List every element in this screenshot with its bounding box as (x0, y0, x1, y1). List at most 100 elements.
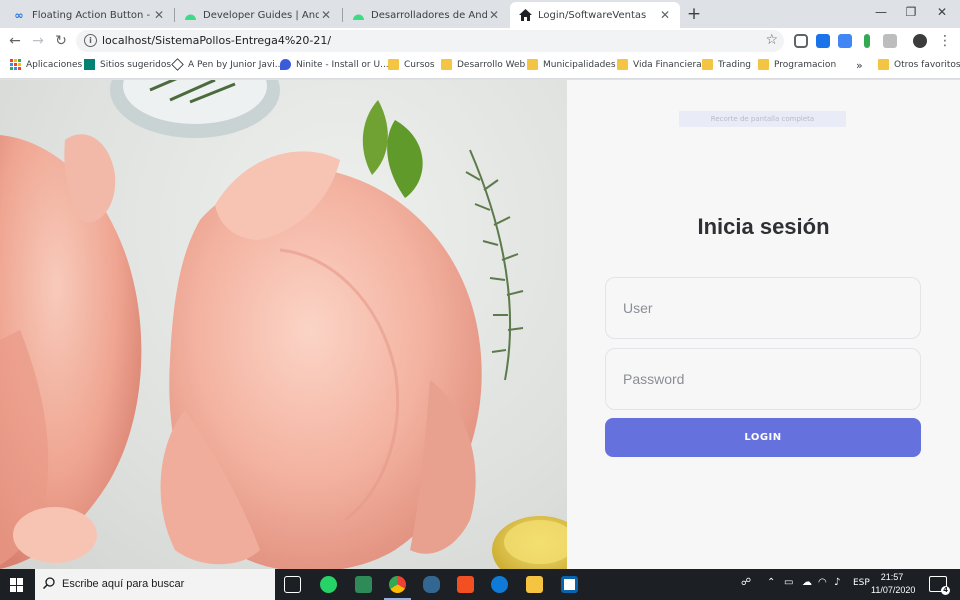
android-icon (351, 8, 365, 22)
password-field[interactable] (605, 348, 921, 410)
url-text[interactable]: localhost/SistemaPollos-Entrega4%20-21/ (102, 34, 331, 47)
basil-leaf (362, 100, 388, 175)
wifi-icon[interactable]: ◠ (818, 577, 827, 588)
tab-title: Developer Guides | Android Dev (203, 9, 319, 21)
bookmark-aplicaciones[interactable]: Aplicaciones (10, 59, 82, 70)
folder-icon (388, 59, 399, 70)
bookmarks-overflow-button[interactable]: » (856, 59, 863, 72)
volume-icon[interactable]: ♪ (834, 577, 840, 588)
tab-strip: ∞ Floating Action Button - Univers ✕ Dev… (0, 0, 960, 28)
back-button[interactable]: ← (6, 32, 24, 50)
restore-button[interactable]: ❐ (896, 3, 926, 23)
bookmark-trading[interactable]: Trading (702, 59, 751, 70)
menu-kebab-icon[interactable]: ⋮ (936, 32, 954, 50)
hero-image (0, 80, 567, 569)
site-info-icon[interactable]: i (84, 34, 97, 47)
tab-floating-action-button[interactable]: ∞ Floating Action Button - Univers ✕ (4, 2, 174, 28)
taskbar-search[interactable]: Escribe aquí para buscar (35, 569, 275, 600)
new-tab-button[interactable]: + (684, 4, 704, 24)
address-bar[interactable]: i localhost/SistemaPollos-Entrega4%20-21… (76, 30, 784, 52)
onedrive-icon[interactable]: ☁ (802, 577, 812, 588)
bookmark-label: Municipalidades (543, 59, 616, 70)
bookmark-label: Cursos (404, 59, 435, 70)
chrome-icon[interactable] (389, 576, 406, 593)
search-icon (43, 577, 55, 589)
bookmark-sitios-sugeridos[interactable]: Sitios sugeridos (84, 59, 171, 70)
bookmark-desarrollo-web[interactable]: Desarrollo Web (441, 59, 525, 70)
tray-expand-icon[interactable]: ⌃ (767, 577, 775, 588)
excel-app-icon[interactable] (355, 576, 372, 593)
bookmark-vida-financiera[interactable]: Vida Financiera (617, 59, 702, 70)
tab-title: Login/SoftwareVentas (538, 9, 647, 21)
close-tab-icon[interactable]: ✕ (152, 8, 166, 22)
app-window-icon[interactable] (561, 576, 578, 593)
bookmark-label: Sitios sugeridos (100, 59, 172, 70)
close-tab-icon[interactable]: ✕ (487, 8, 501, 22)
tab-login-softwareventas[interactable]: Login/SoftwareVentas ✕ (510, 2, 680, 28)
folder-icon (617, 59, 628, 70)
screen-capture-label: Recorte de pantalla completa (679, 111, 846, 127)
taskbar-clock[interactable]: 21:57 11/07/2020 (871, 571, 915, 597)
postgresql-icon[interactable] (423, 576, 440, 593)
store-icon[interactable] (457, 576, 474, 593)
translate-icon[interactable] (838, 34, 852, 48)
profile-avatar[interactable] (913, 34, 927, 48)
basil-leaf (387, 120, 423, 198)
folder-icon (758, 59, 769, 70)
user-input[interactable] (606, 278, 920, 338)
android-icon (183, 8, 197, 22)
file-explorer-icon[interactable] (526, 576, 543, 593)
bookmark-label: Aplicaciones (26, 59, 83, 70)
edge-icon[interactable] (491, 576, 508, 593)
reload-button[interactable]: ↻ (52, 32, 70, 50)
bookmark-label: Otros favoritos (894, 59, 960, 70)
windows-start-icon[interactable] (10, 578, 24, 592)
folder-icon (527, 59, 538, 70)
bookmark-municipalidades[interactable]: Municipalidades (527, 59, 616, 70)
extension-new-icon[interactable] (816, 34, 830, 48)
password-input[interactable] (606, 349, 920, 409)
bookmark-label: Desarrollo Web (457, 59, 526, 70)
user-field[interactable] (605, 277, 921, 339)
login-button[interactable]: LOGIN (605, 418, 921, 457)
bookmark-star-icon[interactable]: ☆ (765, 32, 778, 48)
bookmark-label: Ninite - Install or U... (296, 59, 389, 70)
people-icon[interactable]: ☍ (741, 577, 751, 588)
task-view-icon[interactable] (284, 576, 301, 593)
extension-battery-icon[interactable] (864, 34, 870, 48)
folder-icon (441, 59, 452, 70)
infinity-icon: ∞ (14, 8, 24, 22)
notification-count-badge: 4 (941, 586, 950, 595)
bookmark-cursos[interactable]: Cursos (388, 59, 435, 70)
forward-button[interactable]: → (29, 32, 47, 50)
close-tab-icon[interactable]: ✕ (658, 8, 672, 22)
bookmark-programacion[interactable]: Programacion (758, 59, 836, 70)
folder-icon (702, 59, 713, 70)
bookmark-otros-favoritos[interactable]: Otros favoritos (878, 59, 960, 70)
login-title: Inicia sesión (697, 214, 830, 239)
extension-k-icon[interactable] (883, 34, 897, 48)
home-icon (518, 8, 532, 22)
codepen-icon (171, 58, 184, 71)
bookmark-label: Trading (718, 59, 752, 70)
tab-desarrolladores-android[interactable]: Desarrolladores de Android | An ✕ (343, 2, 509, 28)
bookmarks-bar: Aplicaciones Sitios sugeridos A Pen by J… (0, 54, 960, 79)
bing-icon (84, 59, 95, 70)
login-panel: Recorte de pantalla completa Inicia sesi… (567, 80, 960, 569)
whatsapp-icon[interactable] (320, 576, 337, 593)
bookmark-label: Vida Financiera (633, 59, 702, 70)
bookmark-a-pen[interactable]: A Pen by Junior Javi... (171, 58, 283, 71)
extension-shield-icon[interactable] (794, 34, 808, 48)
tab-developer-guides[interactable]: Developer Guides | Android Dev ✕ (175, 2, 341, 28)
bookmark-label: Programacion (774, 59, 837, 70)
minimize-button[interactable]: — (866, 3, 896, 23)
bookmark-ninite[interactable]: Ninite - Install or U... (280, 59, 389, 70)
clock-time: 21:57 (880, 572, 904, 582)
windows-taskbar: Escribe aquí para buscar ☍ ⌃ ▭ ☁ ◠ ♪ ESP… (0, 569, 960, 600)
notification-center-icon[interactable]: 4 (929, 576, 950, 595)
tab-title: Desarrolladores de Android | An (371, 9, 487, 21)
close-tab-icon[interactable]: ✕ (319, 8, 333, 22)
battery-icon[interactable]: ▭ (784, 577, 793, 588)
language-indicator[interactable]: ESP (853, 578, 870, 588)
close-window-button[interactable]: ✕ (927, 3, 957, 23)
